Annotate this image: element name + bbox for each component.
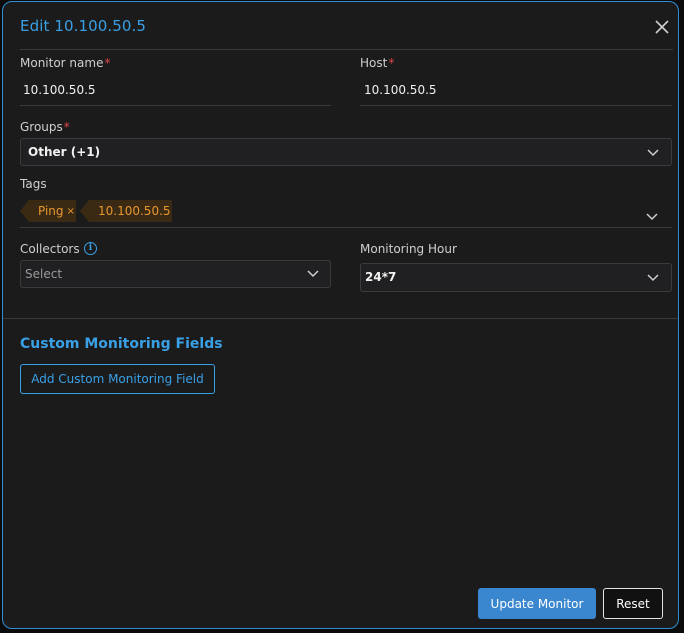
monitor-name-underline	[20, 105, 331, 106]
reset-button[interactable]: Reset	[603, 588, 663, 619]
section-divider	[3, 318, 678, 319]
monitor-name-input[interactable]: 10.100.50.5	[23, 83, 96, 97]
custom-fields-title: Custom Monitoring Fields	[20, 336, 223, 352]
collectors-placeholder: Select	[25, 267, 63, 281]
edit-monitor-dialog: Edit 10.100.50.5 Monitor name* 10.100.50…	[2, 1, 679, 629]
tag-remove-icon[interactable]: ×	[67, 206, 75, 217]
tags-label: Tags	[20, 177, 47, 191]
chevron-down-icon	[307, 270, 319, 278]
tag-label: Ping	[38, 204, 64, 218]
tag-ip[interactable]: 10.100.50.5 ×	[80, 200, 172, 222]
host-underline	[360, 105, 672, 106]
close-icon[interactable]	[653, 18, 671, 36]
groups-label: Groups*	[20, 120, 70, 134]
monitor-name-label: Monitor name*	[20, 56, 111, 70]
host-input[interactable]: 10.100.50.5	[364, 83, 437, 97]
host-label: Host*	[360, 56, 395, 70]
title-divider	[20, 49, 673, 50]
required-mark: *	[388, 56, 395, 70]
monitoring-hour-value: 24*7	[365, 270, 397, 284]
tag-ping[interactable]: Ping ×	[20, 200, 76, 222]
dialog-title: Edit 10.100.50.5	[20, 17, 147, 35]
collectors-select[interactable]: Select	[20, 260, 331, 288]
tag-remove-icon[interactable]: ×	[174, 206, 182, 217]
add-custom-field-button[interactable]: Add Custom Monitoring Field	[20, 364, 215, 394]
tags-underline	[20, 227, 672, 228]
chevron-down-icon	[647, 274, 659, 282]
info-icon[interactable]: i	[84, 242, 97, 255]
groups-select[interactable]: Other (+1)	[20, 138, 672, 166]
required-mark: *	[63, 120, 70, 134]
chevron-down-icon	[647, 149, 659, 157]
monitoring-hour-select[interactable]: 24*7	[360, 263, 672, 292]
update-monitor-button[interactable]: Update Monitor	[478, 588, 596, 619]
groups-value: Other (+1)	[28, 145, 101, 159]
tag-label: 10.100.50.5	[98, 204, 171, 218]
monitoring-hour-label: Monitoring Hour	[360, 242, 457, 256]
chevron-down-icon[interactable]	[646, 213, 658, 221]
required-mark: *	[104, 56, 111, 70]
collectors-label: Collectors	[20, 242, 80, 256]
